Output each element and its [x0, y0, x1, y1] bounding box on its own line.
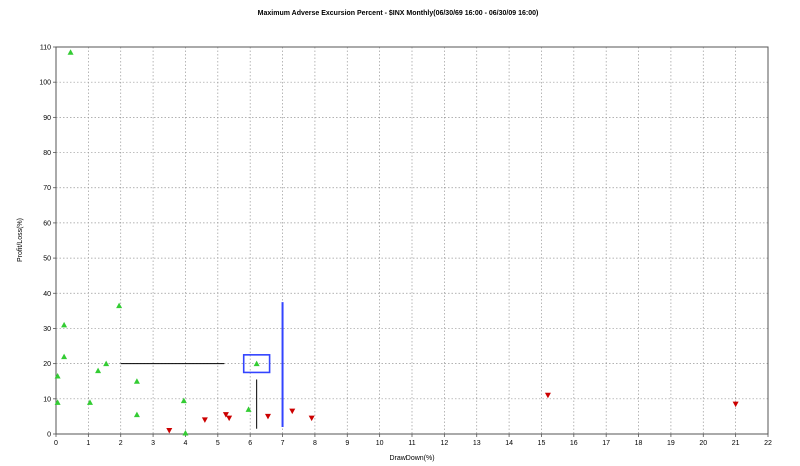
winning-trade-point	[67, 49, 74, 55]
winning-trade-point	[253, 360, 260, 367]
y-tick-label: 80	[43, 150, 51, 157]
x-tick-label: 9	[345, 440, 349, 447]
losing-trade-point	[166, 427, 173, 434]
x-tick-label: 21	[732, 440, 740, 447]
y-tick-label: 100	[39, 80, 51, 87]
y-tick-label: 110	[40, 45, 51, 52]
mae-scatter-chart: Maximum Adverse Excursion Percent - $INX…	[17, 10, 772, 462]
x-tick-label: 20	[699, 440, 707, 447]
winning-trade-point	[245, 406, 252, 412]
x-tick-label: 8	[313, 440, 317, 447]
winning-trade-point	[182, 429, 189, 436]
y-tick-label: 50	[43, 256, 51, 263]
losing-trade-point	[289, 408, 296, 415]
winning-trade-point	[133, 378, 140, 384]
x-tick-label: 11	[408, 440, 415, 447]
x-tick-label: 5	[216, 440, 220, 447]
losing-trade-point	[544, 392, 551, 399]
winning-trade-point	[103, 360, 110, 367]
winning-trade-point	[116, 302, 123, 309]
x-tick-label: 4	[184, 440, 188, 447]
winning-trade-point	[180, 397, 187, 404]
x-tick-label: 12	[440, 440, 448, 447]
y-tick-label: 0	[47, 432, 51, 439]
x-tick-label: 10	[376, 440, 384, 447]
y-tick-label: 30	[43, 326, 51, 333]
x-tick-label: 7	[281, 440, 285, 447]
y-tick-label: 60	[43, 220, 51, 227]
x-tick-label: 22	[764, 440, 772, 447]
y-tick-label: 90	[43, 115, 51, 122]
winning-trade-point	[86, 399, 93, 405]
losing-trade-point	[201, 417, 208, 423]
losing-trade-point	[308, 415, 315, 422]
x-tick-label: 15	[538, 440, 546, 447]
x-tick-label: 2	[119, 440, 123, 447]
x-tick-label: 3	[151, 440, 155, 447]
x-tick-label: 0	[54, 440, 58, 447]
winning-trade-point	[95, 367, 102, 374]
y-tick-label: 10	[43, 396, 51, 403]
y-axis-label: Profit/Loss(%)	[17, 218, 24, 262]
x-tick-label: 14	[505, 440, 513, 447]
x-tick-label: 1	[86, 440, 90, 447]
x-tick-label: 19	[667, 440, 675, 447]
winning-trade-point	[61, 321, 68, 328]
x-tick-label: 6	[248, 440, 252, 447]
x-tick-label: 18	[635, 440, 643, 447]
y-tick-label: 40	[43, 291, 51, 298]
losing-trade-point	[226, 415, 233, 422]
losing-trade-point	[264, 413, 271, 420]
x-tick-label: 17	[602, 440, 610, 447]
y-tick-label: 20	[43, 361, 51, 368]
losing-trade-point	[732, 401, 739, 408]
plot-area: 0 1 2 3 4 5 6 7 8 9 10 11 12 13 14 15 16 17 18 19 20 21 220102…	[39, 45, 772, 448]
winning-trade-point	[133, 411, 140, 418]
y-tick-label: 70	[43, 185, 51, 192]
x-axis-label: DrawDown(%)	[389, 455, 434, 462]
x-tick-label: 16	[570, 440, 578, 447]
x-tick-label: 13	[473, 440, 481, 447]
chart-title: Maximum Adverse Excursion Percent - $INX…	[258, 10, 539, 17]
winning-trade-point	[61, 353, 68, 360]
